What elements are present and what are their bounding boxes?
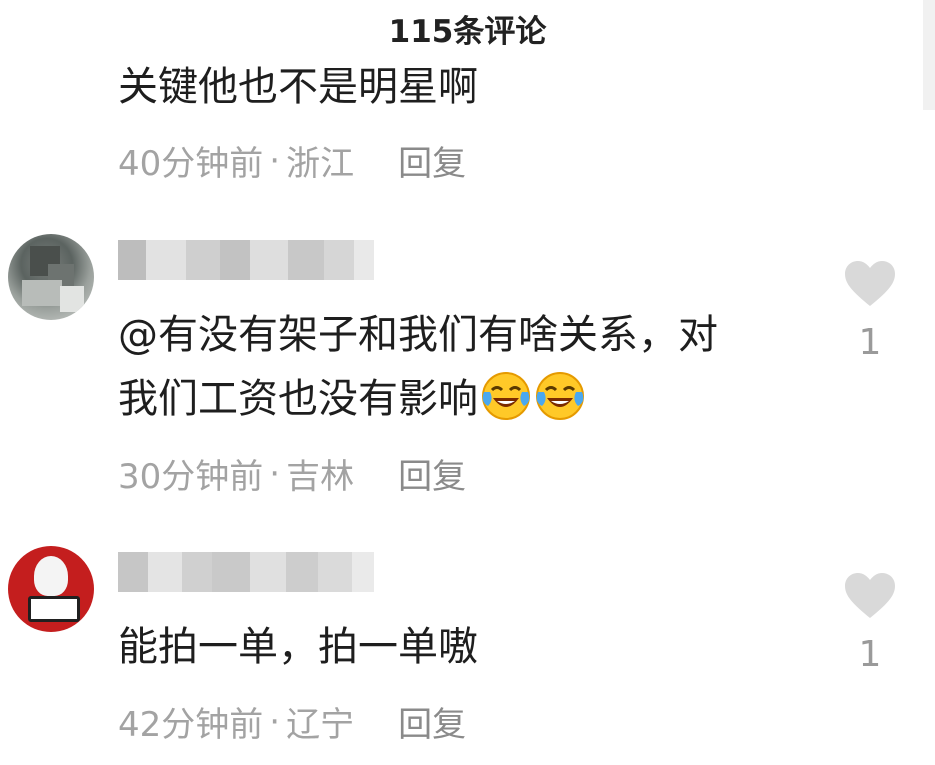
reply-button[interactable]: 回复 — [398, 449, 466, 498]
comment-location: 吉林 — [286, 457, 355, 497]
reply-button[interactable]: 回复 — [398, 136, 466, 185]
comment-meta: 30分钟前 · 吉林 回复 — [118, 449, 466, 498]
comment-text: 关键他也不是明星啊 — [118, 64, 478, 110]
comment-time: 42分钟前 — [118, 705, 264, 745]
sign-box — [28, 596, 80, 622]
like-count: 1 — [858, 634, 882, 675]
heart-icon — [845, 573, 895, 618]
username-blurred[interactable] — [118, 552, 374, 592]
avatar[interactable] — [8, 546, 94, 632]
comment-meta: 40分钟前 · 浙江 回复 — [118, 136, 466, 185]
comment-location: 辽宁 — [286, 705, 355, 745]
comment-location: 浙江 — [286, 144, 355, 184]
like-count: 1 — [858, 322, 882, 363]
comment-count-title: 115条评论 — [388, 14, 547, 50]
comment-text: 能拍一单，拍一单嗷 — [118, 624, 478, 670]
comment-text-line-2: 我们工资也没有影响 — [118, 370, 586, 428]
comment-meta: 42分钟前 · 辽宁 回复 — [118, 697, 466, 746]
meta-separator: · — [269, 453, 281, 494]
meta-separator: · — [269, 140, 281, 181]
comment-time: 30分钟前 — [118, 457, 264, 497]
bunny-figure — [34, 556, 68, 596]
like-button[interactable]: 1 — [840, 260, 900, 363]
avatar[interactable] — [8, 234, 94, 320]
comment-text-line-1: @有没有架子和我们有啥关系，对 — [118, 312, 718, 358]
comment-text-line-2-text: 我们工资也没有影响 — [118, 376, 478, 422]
comment-time: 40分钟前 — [118, 144, 264, 184]
reply-button[interactable]: 回复 — [398, 697, 466, 746]
scroll-edge — [923, 0, 935, 110]
laughing-crying-emoji-icon — [536, 372, 584, 420]
username-blurred[interactable] — [118, 240, 374, 280]
like-button[interactable]: 1 — [840, 572, 900, 675]
comment-panel: 115条评论 关键他也不是明星啊 40分钟前 · 浙江 回复 @有没有架子和我们… — [0, 0, 935, 765]
laughing-crying-emoji-icon — [482, 372, 530, 420]
meta-separator: · — [269, 701, 281, 742]
heart-icon — [845, 261, 895, 306]
